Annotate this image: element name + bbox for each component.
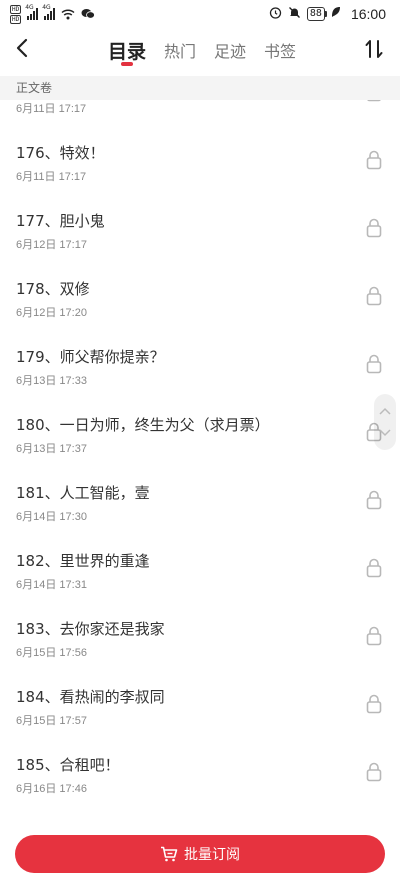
chapter-item[interactable]: 6月11日 17:17 <box>0 100 400 126</box>
lock-icon <box>366 694 382 714</box>
chapter-title: 184、看热闹的李叔同 <box>16 688 165 706</box>
chapter-list-inner: 6月11日 17:17 176、特效！ 6月11日 17:17 177、胆小鬼 6月12… <box>0 100 400 806</box>
lock-icon <box>366 286 382 306</box>
chapter-title: 179、师父帮你提亲？ <box>16 348 165 366</box>
section-header: 正文卷 <box>0 76 400 100</box>
battery-indicator: 88 <box>306 7 328 21</box>
chapter-list[interactable]: 6月11日 17:17 176、特效！ 6月11日 17:17 177、胆小鬼 6月12… <box>0 100 400 820</box>
cart-icon <box>161 846 178 862</box>
chevron-up-icon <box>379 407 391 415</box>
lock-icon <box>366 490 382 510</box>
chapter-date: 6月15日 17:57 <box>16 715 87 727</box>
chapter-date: 6月12日 17:17 <box>16 239 87 251</box>
lock-icon <box>366 218 382 238</box>
wechat-icon <box>81 8 96 20</box>
chapter-date: 6月12日 17:20 <box>16 307 87 319</box>
chapter-item[interactable]: 179、师父帮你提亲？ 6月13日 17:33 <box>0 330 400 398</box>
sim-indicators: HD HD <box>10 4 22 24</box>
net2-label: 4G <box>42 4 51 11</box>
sim2-badge: HD <box>10 14 22 24</box>
chapter-title: 182、里世界的重逢 <box>16 552 150 570</box>
chapter-item[interactable]: 181、人工智能，壹 6月14日 17:30 <box>0 466 400 534</box>
tab-hot[interactable]: 热门 <box>164 28 196 72</box>
chapter-title: 185、合租吧！ <box>16 756 120 774</box>
lock-icon <box>366 626 382 646</box>
chapter-date: 6月15日 17:56 <box>16 647 87 659</box>
tab-contents[interactable]: 目录 <box>108 28 146 72</box>
mute-icon <box>288 6 301 23</box>
chapter-title: 176、特效！ <box>16 144 105 162</box>
wifi-icon <box>61 8 75 20</box>
chapter-date: 6月14日 17:30 <box>16 511 87 523</box>
chevron-down-icon <box>379 429 391 437</box>
chapter-item[interactable]: 180、一日为师，终生为父（求月票） 6月13日 17:37 <box>0 398 400 466</box>
net1-label: 4G <box>25 4 34 11</box>
tab-history[interactable]: 足迹 <box>214 28 246 72</box>
chapter-title: 183、去你家还是我家 <box>16 620 165 638</box>
chapter-date: 6月13日 17:37 <box>16 443 87 455</box>
chevron-left-icon <box>16 38 28 58</box>
chapter-item[interactable]: 182、里世界的重逢 6月14日 17:31 <box>0 534 400 602</box>
tab-bar: 目录 热门 足迹 书签 <box>108 28 296 72</box>
chapter-item[interactable]: 184、看热闹的李叔同 6月15日 17:57 <box>0 670 400 738</box>
nav-bar: 目录 热门 足迹 书签 <box>0 28 400 72</box>
chapter-item[interactable]: 176、特效！ 6月11日 17:17 <box>0 126 400 194</box>
status-time: 16:00 <box>350 6 386 22</box>
lock-icon <box>366 100 382 102</box>
chapter-date: 6月11日 17:17 <box>16 171 87 183</box>
lock-icon <box>366 762 382 782</box>
lock-icon <box>366 558 382 578</box>
tab-bookmarks[interactable]: 书签 <box>264 28 296 72</box>
signal-1-icon: 4G <box>25 4 39 20</box>
bulk-subscribe-label: 批量订阅 <box>184 847 240 863</box>
chapter-title: 181、人工智能，壹 <box>16 484 150 502</box>
lock-icon <box>366 354 382 374</box>
sort-icon <box>365 40 383 58</box>
bulk-subscribe-button[interactable]: 批量订阅 <box>15 835 385 873</box>
signal-2-icon: 4G <box>42 4 56 20</box>
chapter-date: 6月16日 17:46 <box>16 783 87 795</box>
chapter-item[interactable]: 177、胆小鬼 6月12日 17:17 <box>0 194 400 262</box>
chapter-date: 6月14日 17:31 <box>16 579 87 591</box>
back-button[interactable] <box>10 36 34 60</box>
chapter-item[interactable]: 185、合租吧！ 6月16日 17:46 <box>0 738 400 806</box>
chapter-date: 6月11日 17:17 <box>16 103 87 115</box>
status-left: HD HD 4G 4G <box>10 4 96 24</box>
alarm-icon <box>269 6 282 23</box>
lock-icon <box>366 150 382 170</box>
sim1-badge: HD <box>10 4 22 14</box>
chapter-date: 6月13日 17:33 <box>16 375 87 387</box>
chapter-title: 177、胆小鬼 <box>16 212 105 230</box>
status-right: 88 16:00 <box>269 6 386 23</box>
chapter-title: 180、一日为师，终生为父（求月票） <box>16 416 270 434</box>
status-bar: HD HD 4G 4G 88 16:00 <box>0 0 400 28</box>
scroll-handle[interactable] <box>374 394 396 450</box>
chapter-title: 178、双修 <box>16 280 90 298</box>
chapter-item[interactable]: 178、双修 6月12日 17:20 <box>0 262 400 330</box>
sort-button[interactable] <box>362 37 386 61</box>
chapter-item[interactable]: 183、去你家还是我家 6月15日 17:56 <box>0 602 400 670</box>
leaf-icon <box>331 6 341 22</box>
